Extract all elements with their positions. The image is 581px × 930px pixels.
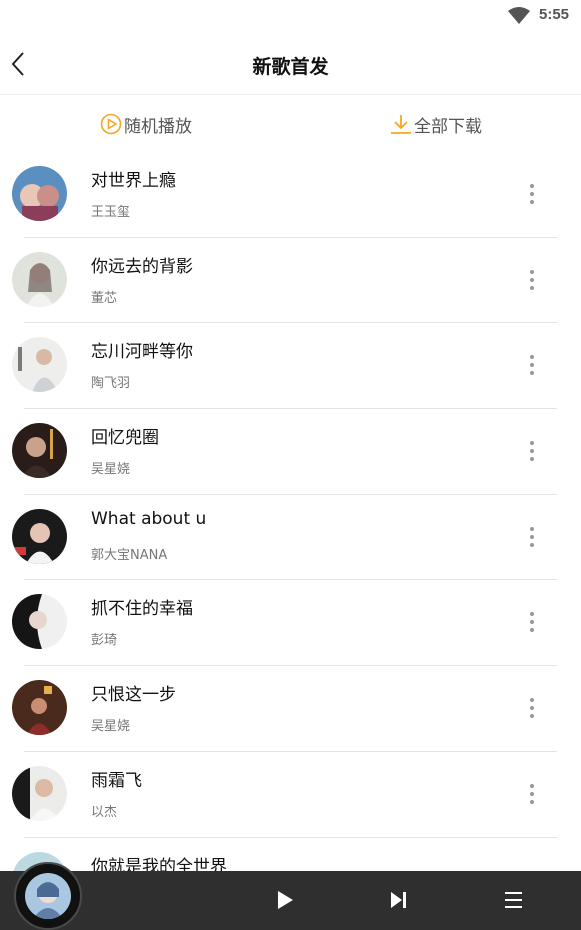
shuffle-play-label: 随机播放 [124, 116, 192, 137]
song-artist: 郭大宝NANA [91, 547, 168, 563]
album-cover [12, 423, 67, 479]
song-row[interactable]: 忘川河畔等你 陶飞羽 [0, 323, 581, 410]
song-artist: 吴星娆 [91, 719, 131, 735]
song-row[interactable]: 对世界上瘾 王玉玺 [0, 152, 581, 238]
song-list: 对世界上瘾 王玉玺 你远去的背影 董芯 忘川河畔等你 陶飞羽 回忆兜圈 吴星娆 [0, 152, 581, 923]
song-title: 只恨这一步 [91, 685, 176, 706]
song-artist: 陶飞羽 [91, 376, 131, 392]
header: 新歌首发 [0, 33, 581, 95]
song-title: What about u [91, 508, 207, 529]
album-cover [12, 251, 67, 307]
download-icon [391, 115, 411, 134]
song-row[interactable]: 抓不住的幸福 彭琦 [0, 580, 581, 667]
more-options-icon[interactable] [522, 525, 542, 549]
album-cover [12, 166, 67, 221]
more-options-icon[interactable] [522, 268, 542, 292]
song-title: 对世界上瘾 [91, 171, 176, 191]
mini-player [0, 862, 581, 930]
song-title: 抓不住的幸福 [91, 599, 193, 620]
song-title: 雨霜飞 [91, 770, 142, 791]
song-row[interactable]: 回忆兜圈 吴星娆 [0, 409, 581, 495]
wifi-icon [508, 7, 530, 24]
now-playing-disc[interactable] [14, 862, 82, 930]
action-bar: 随机播放 全部下载 [0, 96, 581, 152]
more-options-icon[interactable] [522, 439, 542, 463]
song-row[interactable]: 雨霜飞 以杰 [0, 752, 581, 838]
next-track-icon[interactable] [388, 889, 410, 911]
status-time: 5:55 [539, 6, 570, 23]
more-options-icon[interactable] [522, 182, 542, 206]
song-row[interactable]: 只恨这一步 吴星娆 [0, 666, 581, 752]
song-row[interactable]: What about u 郭大宝NANA [0, 495, 581, 581]
song-artist: 王玉玺 [91, 205, 131, 220]
song-artist: 董芯 [91, 290, 118, 306]
play-circle-icon [100, 113, 122, 135]
song-row[interactable]: 你远去的背影 董芯 [0, 238, 581, 324]
song-title: 你远去的背影 [91, 256, 193, 277]
status-bar: 5:55 [0, 0, 581, 33]
play-icon[interactable] [274, 889, 296, 911]
album-cover [12, 337, 67, 393]
playlist-icon[interactable] [503, 889, 525, 911]
more-options-icon[interactable] [522, 353, 542, 377]
download-all-button[interactable]: 全部下载 [390, 110, 482, 138]
song-artist: 以杰 [91, 804, 118, 820]
song-artist: 彭琦 [91, 633, 118, 649]
album-cover [12, 594, 67, 650]
download-all-label: 全部下载 [414, 116, 482, 137]
more-options-icon[interactable] [522, 610, 542, 634]
album-cover [12, 680, 67, 736]
shuffle-play-button[interactable]: 随机播放 [100, 110, 192, 138]
song-title: 回忆兜圈 [91, 428, 159, 449]
song-artist: 吴星娆 [91, 462, 131, 478]
album-cover [12, 765, 67, 821]
album-cover [12, 508, 67, 564]
page-title: 新歌首发 [252, 56, 329, 78]
now-playing-cover [25, 873, 71, 919]
song-title: 忘川河畔等你 [91, 342, 193, 363]
more-options-icon[interactable] [522, 782, 542, 806]
more-options-icon[interactable] [522, 696, 542, 720]
